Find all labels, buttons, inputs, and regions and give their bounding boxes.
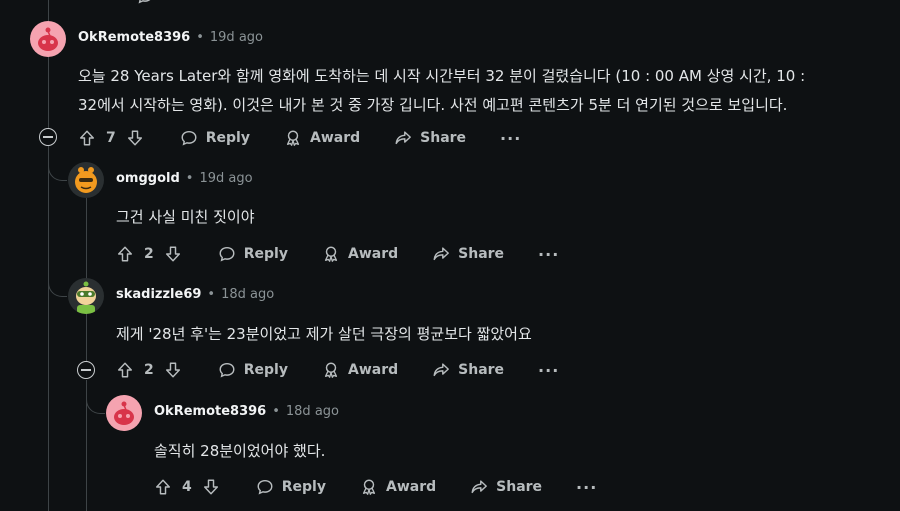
downvote-icon[interactable] xyxy=(126,129,144,147)
avatar[interactable] xyxy=(68,278,104,314)
timestamp[interactable]: 18d ago xyxy=(221,287,274,302)
separator: • xyxy=(207,287,216,302)
reply-icon xyxy=(219,362,235,378)
downvote-icon[interactable] xyxy=(202,478,220,496)
downvote-icon[interactable] xyxy=(164,245,182,263)
award-button[interactable]: Award xyxy=(360,478,436,496)
share-label: Share xyxy=(458,246,505,262)
author-name[interactable]: omggold xyxy=(116,171,180,186)
reply-label: Reply xyxy=(243,362,288,378)
award-icon xyxy=(324,246,338,262)
vote-control: 2 xyxy=(116,245,182,263)
comment-body: 오늘 28 Years Later와 함께 영화에 도착하는 데 시작 시간부터… xyxy=(78,62,805,120)
award-label: Award xyxy=(309,130,361,146)
previous-comment-actions xyxy=(96,0,196,12)
reply-icon xyxy=(257,479,273,495)
downvote-icon[interactable] xyxy=(164,361,182,379)
award-icon xyxy=(286,130,300,146)
share-icon xyxy=(433,363,450,377)
vote-control: 7 xyxy=(78,129,144,147)
collapse-button[interactable] xyxy=(77,361,95,379)
share-button[interactable]: Share xyxy=(470,478,542,496)
comment-actions: 7 Reply Award Share ··· xyxy=(78,122,521,154)
upvote-icon[interactable] xyxy=(116,245,134,263)
award-button[interactable]: Award xyxy=(322,245,398,263)
upvote-icon[interactable] xyxy=(154,478,172,496)
share-button[interactable]: Share xyxy=(394,129,466,147)
separator: • xyxy=(185,171,194,186)
upvote-icon[interactable] xyxy=(78,129,96,147)
reply-button[interactable]: Reply xyxy=(218,361,288,379)
avatar[interactable] xyxy=(30,21,66,57)
timestamp[interactable]: 18d ago xyxy=(286,404,339,419)
more-options-button[interactable]: ··· xyxy=(538,361,559,380)
comment-meta: OkRemote8396 • 18d ago xyxy=(154,404,339,419)
separator: • xyxy=(272,404,280,419)
comment-body: 솔직히 28분이었어야 했다. xyxy=(154,437,325,466)
award-icon xyxy=(362,479,376,495)
share-label: Share xyxy=(496,479,543,495)
comment-text-line: 솔직히 28분이었어야 했다. xyxy=(154,442,326,460)
vote-count: 4 xyxy=(182,479,192,495)
upvote-icon[interactable] xyxy=(116,361,134,379)
thread-connector xyxy=(86,391,105,414)
award-label: Award xyxy=(385,479,437,495)
more-options-button[interactable]: ··· xyxy=(538,245,559,264)
thread-connector xyxy=(48,274,67,297)
comment-text-line: 제게 '28년 후'는 23분이었고 제가 살던 극장의 평균보다 짧았어요 xyxy=(116,325,532,343)
reply-button[interactable]: Reply xyxy=(180,129,250,147)
award-label: Award xyxy=(347,246,399,262)
share-icon xyxy=(395,131,412,145)
share-button[interactable]: Share xyxy=(432,361,504,379)
share-button[interactable]: Share xyxy=(432,245,504,263)
vote-count: 2 xyxy=(144,246,154,262)
award-button[interactable]: Award xyxy=(322,361,398,379)
comment-meta: omggold • 19d ago xyxy=(116,171,253,186)
more-options-button[interactable]: ··· xyxy=(500,129,521,148)
reply-label: Reply xyxy=(243,246,288,262)
author-name[interactable]: OkRemote8396 xyxy=(154,404,266,419)
reply-label: Reply xyxy=(205,130,250,146)
reply-icon xyxy=(138,0,151,4)
vote-count: 7 xyxy=(106,130,116,146)
reply-label: Reply xyxy=(281,479,326,495)
comment-actions: 2 Reply Award Share ··· xyxy=(116,354,559,386)
share-label: Share xyxy=(420,130,467,146)
award-icon xyxy=(324,362,338,378)
reply-button[interactable]: Reply xyxy=(218,245,288,263)
comment-actions: 2 Reply Award Share ··· xyxy=(116,238,559,270)
comment-text-line: 그건 사실 미친 짓이야 xyxy=(116,208,255,226)
comment-body: 제게 '28년 후'는 23분이었고 제가 살던 극장의 평균보다 짧았어요 xyxy=(116,320,532,349)
share-icon xyxy=(433,247,450,261)
collapse-button[interactable] xyxy=(39,128,57,146)
share-icon xyxy=(471,480,488,494)
comment-actions: 4 Reply Award Share ··· xyxy=(154,471,597,503)
comment-meta: skadizzle69 • 18d ago xyxy=(116,287,274,302)
avatar[interactable] xyxy=(68,162,104,198)
more-options-button[interactable]: ··· xyxy=(576,478,597,497)
avatar[interactable] xyxy=(106,395,142,431)
separator: • xyxy=(196,30,204,45)
reply-icon xyxy=(181,130,197,146)
timestamp[interactable]: 19d ago xyxy=(199,171,252,186)
award-label: Award xyxy=(347,362,399,378)
comment-text-line: 32에서 시작하는 영화). 이것은 내가 본 것 중 가장 깁니다. 사전 예… xyxy=(78,96,788,114)
reply-icon xyxy=(219,246,235,262)
thread-connector xyxy=(48,158,67,181)
author-name[interactable]: skadizzle69 xyxy=(116,287,201,302)
reply-button[interactable]: Reply xyxy=(256,478,326,496)
thread-line xyxy=(48,146,49,511)
comment-text-line: 오늘 28 Years Later와 함께 영화에 도착하는 데 시작 시간부터… xyxy=(78,67,806,85)
vote-control: 4 xyxy=(154,478,220,496)
vote-control: 2 xyxy=(116,361,182,379)
vote-count: 2 xyxy=(144,362,154,378)
author-name[interactable]: OkRemote8396 xyxy=(78,30,190,45)
timestamp[interactable]: 19d ago xyxy=(210,30,263,45)
award-button[interactable]: Award xyxy=(284,129,360,147)
share-label: Share xyxy=(458,362,505,378)
thread-line xyxy=(48,0,49,130)
reply-button[interactable] xyxy=(136,0,162,5)
comment-meta: OkRemote8396 • 19d ago xyxy=(78,30,263,45)
comment-body: 그건 사실 미친 짓이야 xyxy=(116,203,255,232)
